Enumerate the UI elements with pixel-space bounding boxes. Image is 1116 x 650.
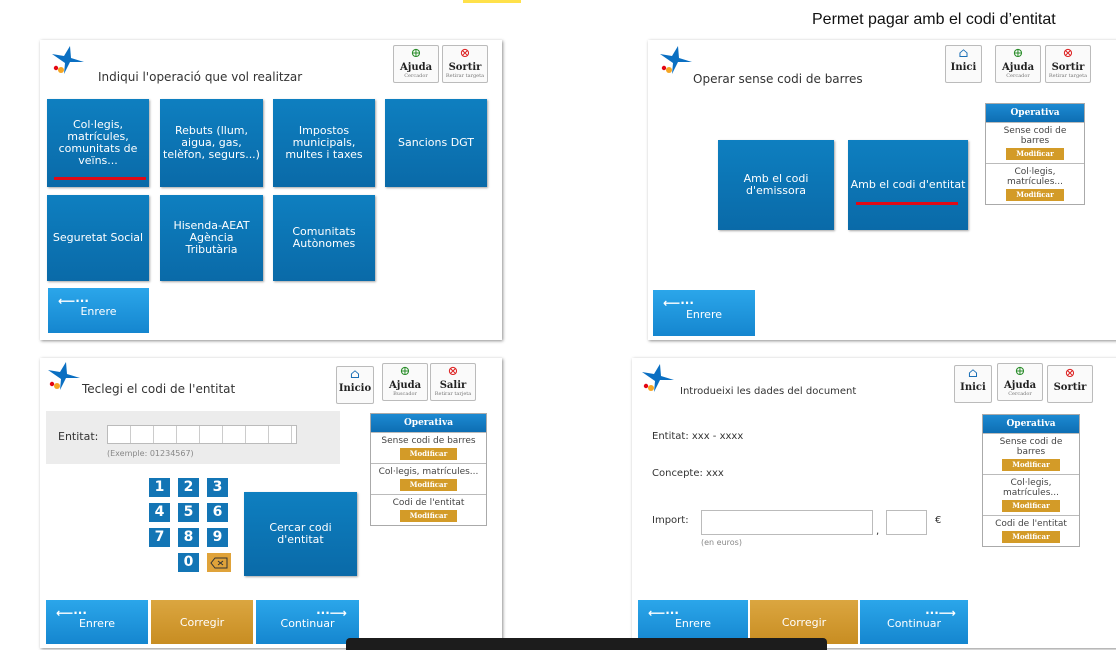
import-label: Import: [652,515,689,526]
modify-button[interactable]: Modificar [1002,500,1060,512]
home-icon: ⌂ [968,366,978,381]
key-3[interactable]: 3 [207,478,228,497]
import-cents-input[interactable] [886,510,927,535]
key-7[interactable]: 7 [149,528,170,547]
tile-hisenda[interactable]: Hisenda-AEAT Agència Tributària [160,195,263,281]
continue-button[interactable]: ···⟶ Continuar [256,600,359,644]
import-euros-input[interactable] [701,510,873,535]
entitat-value: Entitat: xxx - xxxx [652,431,744,442]
page-title: Introdueixi les dades del document [680,386,857,397]
key-8[interactable]: 8 [178,528,199,547]
screen-document-data: Introdueixi les dades del document ⌂ Ini… [632,358,1116,648]
tile-colegis[interactable]: Col·legis, matrícules, comunitats de veï… [47,99,149,187]
operativa-item: Col·legis, matrícules... Modificar [371,463,486,494]
tile-sancions-dgt[interactable]: Sancions DGT [385,99,487,187]
operativa-panel: Operativa Sense codi de barres Modificar … [982,414,1080,547]
modify-button[interactable]: Modificar [1002,531,1060,543]
euro-symbol: € [935,515,942,526]
modify-button[interactable]: Modificar [399,510,458,522]
zoom-icon: ⊕ [1012,46,1024,61]
home-icon: ⌂ [958,46,969,61]
zoom-icon: ⊕ [410,46,422,61]
correct-button[interactable]: Corregir [151,600,253,644]
concepte-value: Concepte: xxx [652,468,724,479]
help-button[interactable]: ⊕ Ajuda Cercador [995,45,1041,83]
key-2[interactable]: 2 [178,478,199,497]
tile-impostos[interactable]: Impostos municipals, multes i taxes [273,99,375,187]
continue-button[interactable]: ···⟶ Continuar [860,600,968,644]
caption: Permet pagar amb el codi d’entitat [812,11,1056,28]
screen-select-operation: Indiqui l'operació que vol realitzar ⊕ A… [40,40,502,340]
operativa-item: Codi de l'entitat Modificar [371,494,486,525]
tile-rebuts[interactable]: Rebuts (llum, aigua, gas, telèfon, segur… [160,99,263,187]
home-icon: ⌂ [350,367,360,382]
modify-button[interactable]: Modificar [1006,189,1064,201]
home-button[interactable]: ⌂ Inici [945,45,982,83]
modify-button[interactable]: Modificar [1002,459,1060,471]
tile-comunitats[interactable]: Comunitats Autònomes [273,195,375,281]
caixa-star-logo [642,364,674,392]
page-title: Indiqui l'operació que vol realitzar [98,70,303,84]
help-button[interactable]: ⊕ Ajuda Cercador [393,45,439,83]
key-0[interactable]: 0 [178,553,199,572]
tile-emissora[interactable]: Amb el codi d'emissora [718,140,834,230]
modify-button[interactable]: Modificar [1006,148,1064,160]
help-button[interactable]: ⊕ Ajuda Cercador [997,363,1043,401]
close-icon: ⊗ [1064,366,1076,381]
backspace-key[interactable] [207,553,231,572]
zoom-icon: ⊕ [399,364,411,379]
highlight-underline [54,177,146,180]
modify-button[interactable]: Modificar [399,448,458,460]
screen-no-barcode: Operar sense codi de barres ⌂ Inici ⊕ Aj… [648,40,1116,340]
operativa-item: Col·legis, matrícules... Modificar [986,163,1084,204]
operativa-item: Sense codi de barres Modificar [983,433,1079,474]
exit-button[interactable]: ⊗ Salir Retirar tarjeta [430,363,476,401]
operativa-item: Codi de l'entitat Modificar [983,515,1079,546]
home-button[interactable]: ⌂ Inici [954,365,992,403]
entitat-code-input[interactable] [107,425,297,444]
highlight-underline [856,202,958,205]
caixa-star-logo [48,362,80,390]
page-title: Teclegi el codi de l'entitat [82,382,236,396]
operativa-item: Col·legis, matrícules... Modificar [983,474,1079,515]
operativa-item: Sense codi de barres Modificar [371,432,486,463]
comma-separator: , [876,526,880,537]
operativa-panel: Operativa Sense codi de barres Modificar … [985,103,1085,205]
key-9[interactable]: 9 [207,528,228,547]
key-4[interactable]: 4 [149,503,170,522]
back-button[interactable]: ⟵··· Enrere [653,290,755,336]
exit-button[interactable]: ⊗ Sortir Retirar targeta [442,45,488,83]
close-icon: ⊗ [459,46,471,61]
backspace-icon [210,557,228,568]
key-1[interactable]: 1 [149,478,170,497]
entitat-label: Entitat: [58,430,99,443]
example-hint: (Exemple: 01234567) [107,449,194,458]
zoom-icon: ⊕ [1014,364,1026,379]
help-button[interactable]: ⊕ Ajuda Buscador [382,363,428,401]
caixa-star-logo [660,46,692,74]
page-title: Operar sense codi de barres [693,72,863,86]
close-icon: ⊗ [447,364,459,379]
euros-hint: (en euros) [701,538,742,547]
close-icon: ⊗ [1062,46,1074,61]
operativa-item: Sense codi de barres Modificar [986,122,1084,163]
tile-entitat[interactable]: Amb el codi d'entitat [848,140,968,230]
highlight-mark [463,0,521,3]
caixa-star-logo [52,46,84,74]
exit-button[interactable]: ⊗ Sortir Retirar targeta [1045,45,1091,83]
key-6[interactable]: 6 [207,503,228,522]
modify-button[interactable]: Modificar [399,479,458,491]
tile-seguretat-social[interactable]: Seguretat Social [47,195,149,281]
exit-button[interactable]: ⊗ Sortir [1047,365,1093,403]
back-button[interactable]: ⟵··· Enrere [46,600,148,644]
screen-entity-code: Teclegi el codi de l'entitat ⌂ Inicio ⊕ … [40,358,502,648]
bottom-overlay-bar [346,638,827,650]
operativa-panel: Operativa Sense codi de barres Modificar … [370,413,487,526]
back-button[interactable]: ⟵··· Enrere [48,288,149,333]
home-button[interactable]: ⌂ Inicio [336,366,374,404]
key-5[interactable]: 5 [178,503,199,522]
search-entity-button[interactable]: Cercar codi d'entitat [244,492,357,576]
